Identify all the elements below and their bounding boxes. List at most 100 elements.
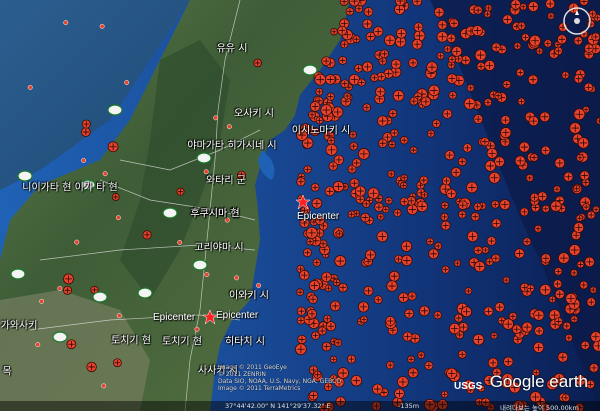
earthquake-marker-icon[interactable]: [557, 34, 567, 45]
place-label[interactable]: 목: [2, 363, 11, 378]
earthquake-marker-icon[interactable]: [357, 301, 370, 313]
earthquake-marker-icon[interactable]: [483, 10, 492, 18]
earthquake-marker-icon[interactable]: [570, 315, 579, 323]
earthquake-marker-icon[interactable]: [357, 148, 370, 160]
earthquake-marker-icon[interactable]: [337, 25, 348, 36]
earthquake-marker-icon[interactable]: [573, 222, 585, 233]
place-label[interactable]: 이와키 시: [229, 287, 269, 302]
earthquake-marker-icon[interactable]: [494, 302, 505, 313]
earthquake-marker-icon[interactable]: [314, 73, 327, 86]
earthquake-marker-icon[interactable]: [308, 110, 316, 119]
earthquake-marker-icon[interactable]: [349, 178, 360, 189]
earthquake-marker-icon[interactable]: [473, 114, 484, 125]
earthquake-marker-icon[interactable]: [409, 96, 419, 106]
earthquake-marker-icon[interactable]: [317, 326, 327, 336]
earthquake-marker-icon[interactable]: [176, 187, 185, 196]
earthquake-marker-icon[interactable]: [519, 207, 529, 217]
earthquake-marker-icon[interactable]: [329, 355, 338, 363]
earthquake-marker-icon[interactable]: [486, 147, 498, 159]
earthquake-marker-icon[interactable]: [401, 254, 413, 267]
earthquake-marker-icon[interactable]: [590, 331, 600, 343]
earthquake-marker-icon[interactable]: [321, 341, 332, 352]
earthquake-marker-icon[interactable]: [307, 309, 317, 319]
station-badge-icon[interactable]: [107, 104, 123, 116]
earthquake-marker-icon[interactable]: [494, 91, 503, 100]
earthquake-marker-icon[interactable]: [484, 59, 496, 71]
earthquake-marker-icon[interactable]: [329, 300, 341, 312]
earthquake-marker-icon[interactable]: [446, 33, 456, 43]
earthquake-marker-icon[interactable]: [426, 61, 438, 73]
earthquake-marker-icon[interactable]: [376, 230, 389, 243]
earthquake-marker-icon[interactable]: [491, 200, 500, 209]
earthquake-marker-icon[interactable]: [296, 316, 306, 325]
earthquake-marker-icon[interactable]: [402, 331, 413, 342]
earthquake-marker-icon[interactable]: [306, 237, 314, 246]
station-badge-icon[interactable]: [137, 287, 153, 299]
earthquake-marker-icon[interactable]: [409, 146, 418, 155]
earthquake-marker-icon[interactable]: [107, 141, 119, 153]
earthquake-marker-icon[interactable]: [473, 5, 483, 15]
earthquake-marker-icon[interactable]: [583, 82, 594, 93]
earthquake-marker-icon[interactable]: [312, 258, 321, 267]
earthquake-marker-icon[interactable]: [308, 280, 321, 292]
earthquake-marker-icon[interactable]: [576, 260, 585, 269]
earthquake-marker-icon[interactable]: [400, 181, 408, 190]
earthquake-marker-icon[interactable]: [440, 220, 451, 231]
earthquake-marker-icon[interactable]: [335, 230, 344, 238]
city-marker-icon[interactable]: [115, 215, 121, 221]
earthquake-marker-icon[interactable]: [464, 287, 473, 295]
earthquake-marker-icon[interactable]: [86, 361, 97, 373]
earthquake-marker-icon[interactable]: [516, 68, 525, 77]
earthquake-marker-icon[interactable]: [540, 253, 551, 264]
earthquake-marker-icon[interactable]: [63, 285, 72, 295]
earthquake-marker-icon[interactable]: [426, 237, 435, 246]
city-marker-icon[interactable]: [35, 342, 41, 348]
earthquake-marker-icon[interactable]: [557, 351, 569, 363]
earthquake-marker-icon[interactable]: [419, 175, 429, 185]
earthquake-marker-icon[interactable]: [388, 140, 396, 149]
earthquake-marker-icon[interactable]: [338, 56, 348, 65]
earthquake-marker-icon[interactable]: [362, 18, 373, 30]
earthquake-marker-icon[interactable]: [352, 158, 362, 168]
earthquake-marker-icon[interactable]: [474, 260, 486, 273]
earthquake-marker-icon[interactable]: [325, 74, 336, 85]
city-marker-icon[interactable]: [177, 240, 183, 245]
earthquake-marker-icon[interactable]: [330, 27, 338, 36]
earthquake-marker-icon[interactable]: [462, 143, 473, 153]
earthquake-marker-icon[interactable]: [522, 237, 532, 247]
earthquake-marker-icon[interactable]: [503, 356, 514, 367]
earthquake-marker-icon[interactable]: [406, 204, 418, 216]
earthquake-marker-icon[interactable]: [324, 284, 333, 292]
earthquake-marker-icon[interactable]: [340, 79, 350, 89]
earthquake-marker-icon[interactable]: [420, 191, 429, 199]
earthquake-marker-icon[interactable]: [346, 354, 356, 364]
earthquake-marker-icon[interactable]: [569, 122, 582, 134]
earthquake-marker-icon[interactable]: [377, 115, 389, 127]
earthquake-marker-icon[interactable]: [349, 130, 357, 139]
earthquake-marker-icon[interactable]: [502, 276, 510, 284]
earthquake-marker-icon[interactable]: [404, 308, 415, 319]
place-label[interactable]: 고리야마 시: [194, 239, 243, 254]
earthquake-marker-icon[interactable]: [348, 0, 360, 7]
earthquake-marker-icon[interactable]: [394, 388, 405, 399]
earthquake-marker-icon[interactable]: [345, 7, 355, 16]
earthquake-marker-icon[interactable]: [440, 390, 449, 399]
earthquake-marker-icon[interactable]: [332, 180, 345, 193]
earthquake-marker-icon[interactable]: [386, 280, 398, 292]
earthquake-marker-icon[interactable]: [444, 150, 455, 161]
earthquake-marker-icon[interactable]: [296, 288, 304, 297]
earthquake-marker-icon[interactable]: [529, 192, 539, 202]
earthquake-marker-icon[interactable]: [340, 40, 349, 49]
earthquake-marker-icon[interactable]: [393, 208, 402, 218]
earthquake-marker-icon[interactable]: [586, 210, 596, 220]
earthquake-marker-icon[interactable]: [491, 218, 502, 229]
earthquake-marker-icon[interactable]: [563, 171, 574, 182]
city-marker-icon[interactable]: [226, 124, 232, 130]
earthquake-marker-icon[interactable]: [408, 58, 418, 68]
station-badge-icon[interactable]: [196, 152, 212, 164]
earthquake-marker-icon[interactable]: [311, 198, 323, 209]
earthquake-marker-icon[interactable]: [579, 280, 589, 290]
earthquake-marker-icon[interactable]: [446, 188, 457, 199]
earthquake-marker-icon[interactable]: [305, 226, 318, 239]
earthquake-marker-icon[interactable]: [433, 7, 445, 18]
